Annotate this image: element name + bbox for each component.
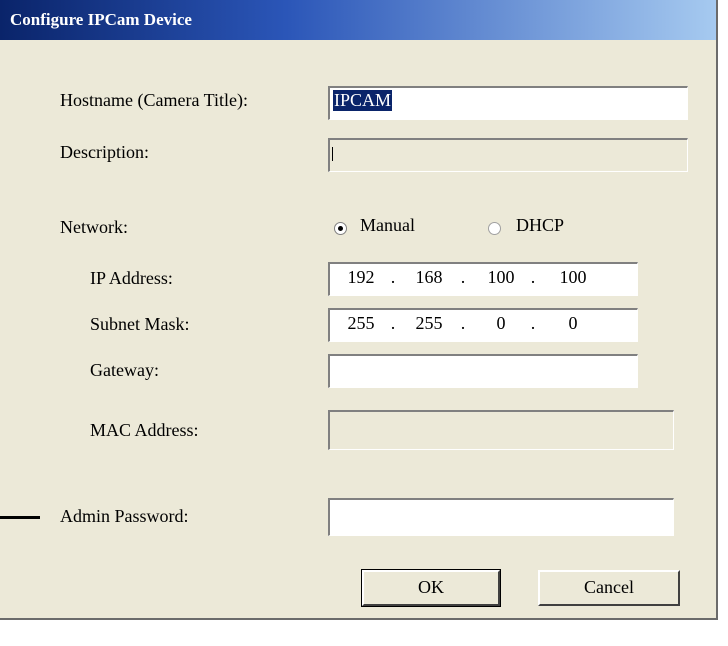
subnet-mask-input[interactable]: 255 . 255 . 0 . 0: [328, 308, 638, 342]
gateway-label: Gateway:: [90, 360, 159, 380]
title-bar[interactable]: Configure IPCam Device: [0, 0, 716, 40]
subnet-dot: .: [390, 313, 396, 333]
hostname-value: IPCAM: [333, 90, 393, 111]
subnet-mask-label: Subnet Mask:: [90, 314, 190, 334]
dhcp-radio[interactable]: [488, 222, 501, 235]
admin-password-label: Admin Password:: [60, 506, 189, 526]
ip-octet-4[interactable]: 100: [552, 267, 594, 288]
description-input[interactable]: [328, 138, 688, 172]
subnet-octet-1[interactable]: 255: [340, 313, 382, 334]
ip-dot: .: [460, 267, 466, 287]
subnet-dot: .: [530, 313, 536, 333]
radio-selected-dot: [338, 226, 343, 231]
manual-radio-label[interactable]: Manual: [360, 215, 415, 236]
callout-pointer-line: [0, 516, 40, 519]
text-caret: [332, 147, 333, 161]
cancel-button[interactable]: Cancel: [538, 570, 680, 606]
ip-octet-1[interactable]: 192: [340, 267, 382, 288]
dhcp-radio-label[interactable]: DHCP: [516, 215, 564, 236]
hostname-label: Hostname (Camera Title):: [60, 90, 248, 110]
ip-octet-3[interactable]: 100: [480, 267, 522, 288]
subnet-octet-4[interactable]: 0: [552, 313, 594, 334]
ip-address-input[interactable]: 192 . 168 . 100 . 100: [328, 262, 638, 296]
description-label: Description:: [60, 142, 149, 162]
mac-address-label: MAC Address:: [90, 420, 199, 440]
subnet-octet-2[interactable]: 255: [408, 313, 450, 334]
mac-address-input[interactable]: [328, 410, 674, 450]
network-label: Network:: [60, 217, 128, 237]
ip-dot: .: [530, 267, 536, 287]
window-title: Configure IPCam Device: [10, 10, 192, 29]
ip-address-label: IP Address:: [90, 268, 173, 288]
subnet-dot: .: [460, 313, 466, 333]
admin-password-input[interactable]: [328, 498, 674, 536]
subnet-octet-3[interactable]: 0: [480, 313, 522, 334]
configure-dialog: Configure IPCam Device Hostname (Camera …: [0, 0, 718, 620]
ip-octet-2[interactable]: 168: [408, 267, 450, 288]
manual-radio[interactable]: [334, 222, 347, 235]
ok-button[interactable]: OK: [361, 569, 501, 607]
hostname-input[interactable]: IPCAM: [328, 86, 688, 120]
ip-dot: .: [390, 267, 396, 287]
gateway-input[interactable]: [328, 354, 638, 388]
